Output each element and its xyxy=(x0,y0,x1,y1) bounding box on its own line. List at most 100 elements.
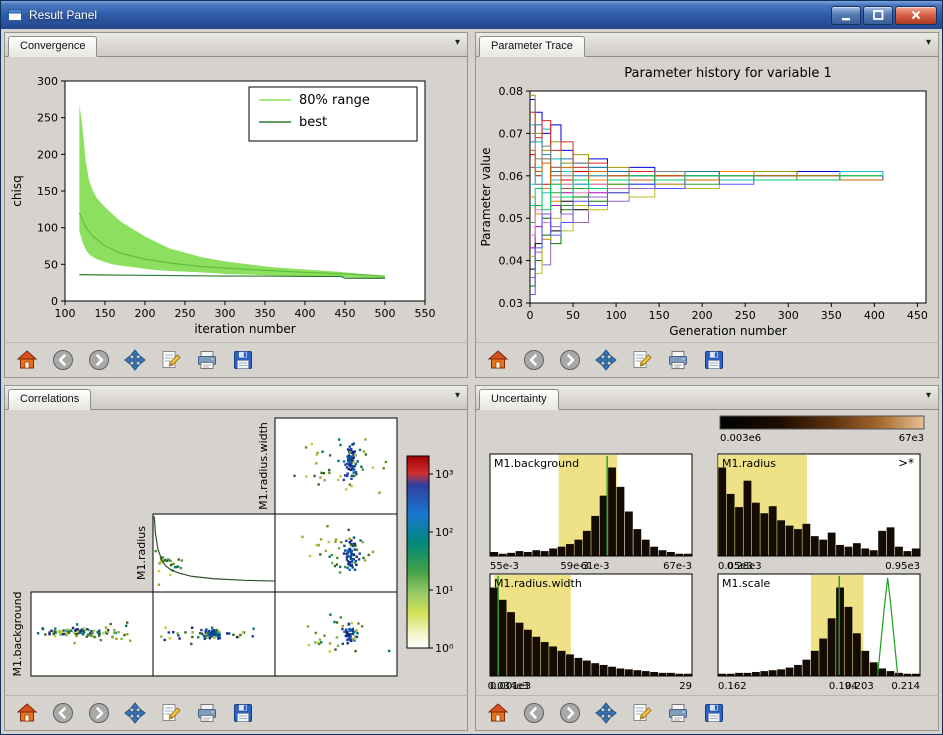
svg-text:450: 450 xyxy=(335,307,356,320)
save-button[interactable] xyxy=(699,346,729,374)
forward-button[interactable] xyxy=(84,699,114,727)
pan-button[interactable] xyxy=(120,699,150,727)
svg-text:80% range: 80% range xyxy=(299,93,370,108)
panel-grid: Convergence ▾ 10015020025030035040045050… xyxy=(1,29,942,734)
home-button[interactable] xyxy=(12,699,42,727)
home-icon xyxy=(15,701,39,725)
back-button[interactable] xyxy=(519,699,549,727)
back-button[interactable] xyxy=(48,699,78,727)
svg-text:100: 100 xyxy=(55,307,76,320)
svg-text:300: 300 xyxy=(37,75,58,88)
tab-uncertainty[interactable]: Uncertainty xyxy=(479,389,559,410)
tab-list-dropdown-icon[interactable]: ▾ xyxy=(926,37,931,48)
svg-text:Parameter history for variable: Parameter history for variable 1 xyxy=(624,66,831,81)
edit-button[interactable] xyxy=(156,699,186,727)
back-button[interactable] xyxy=(519,346,549,374)
svg-text:Generation number: Generation number xyxy=(669,324,787,338)
convergence-plot-canvas[interactable]: 1001502002503003504004505005500501001502… xyxy=(4,57,468,342)
home-button[interactable] xyxy=(12,346,42,374)
home-button[interactable] xyxy=(483,699,513,727)
print-icon xyxy=(195,701,219,725)
home-button[interactable] xyxy=(483,346,513,374)
svg-text:10⁰: 10⁰ xyxy=(435,642,454,655)
maximize-button[interactable] xyxy=(863,6,893,25)
tab-list-dropdown-icon[interactable]: ▾ xyxy=(926,390,931,401)
print-button[interactable] xyxy=(663,346,693,374)
back-button[interactable] xyxy=(48,346,78,374)
svg-text:29: 29 xyxy=(679,681,692,692)
trace-plot-canvas[interactable]: Parameter history for variable 105010015… xyxy=(475,57,939,342)
svg-text:Parameter value: Parameter value xyxy=(479,147,493,246)
tab-list-dropdown-icon[interactable]: ▾ xyxy=(455,390,460,401)
app-icon xyxy=(7,7,23,23)
correlation-panel xyxy=(275,514,397,592)
svg-text:0.07: 0.07 xyxy=(499,127,524,140)
tab-convergence[interactable]: Convergence xyxy=(8,36,97,57)
correlations-tabbar: Correlations ▾ xyxy=(4,385,468,410)
trace-toolbar xyxy=(475,342,939,378)
forward-button[interactable] xyxy=(555,346,585,374)
trace-figure: Parameter history for variable 105010015… xyxy=(476,57,938,342)
forward-button[interactable] xyxy=(84,346,114,374)
back-icon xyxy=(51,701,75,725)
home-icon xyxy=(486,348,510,372)
result-panel-window: Result Panel Convergence ▾ 1001502002503… xyxy=(0,0,943,735)
svg-text:0.034e3: 0.034e3 xyxy=(488,681,529,692)
minimize-icon xyxy=(838,7,854,23)
save-button[interactable] xyxy=(228,346,258,374)
print-button[interactable] xyxy=(192,346,222,374)
edit-button[interactable] xyxy=(627,346,657,374)
edit-button[interactable] xyxy=(156,346,186,374)
svg-text:55e-3: 55e-3 xyxy=(490,561,519,572)
svg-text:0.28e3: 0.28e3 xyxy=(727,561,762,572)
print-icon xyxy=(666,348,690,372)
minimize-button[interactable] xyxy=(831,6,861,25)
pan-button[interactable] xyxy=(120,346,150,374)
edit-icon xyxy=(630,701,654,725)
svg-text:300: 300 xyxy=(778,309,799,322)
svg-text:0.162: 0.162 xyxy=(718,681,747,692)
titlebar[interactable]: Result Panel xyxy=(1,1,942,29)
svg-text:50: 50 xyxy=(44,258,58,271)
print-button[interactable] xyxy=(663,699,693,727)
uncertainty-plot-canvas[interactable]: 0.003e667e3M1.background55e-359e-361e-36… xyxy=(475,410,939,695)
uncertainty-figure: 0.003e667e3M1.background55e-359e-361e-36… xyxy=(476,410,938,695)
tab-parameter-trace[interactable]: Parameter Trace xyxy=(479,36,585,57)
svg-text:0: 0 xyxy=(51,295,58,308)
print-button[interactable] xyxy=(192,699,222,727)
svg-text:200: 200 xyxy=(135,307,156,320)
convergence-figure: 1001502002503003504004505005500501001502… xyxy=(5,57,467,342)
save-button[interactable] xyxy=(228,699,258,727)
maximize-icon xyxy=(870,7,886,23)
edit-icon xyxy=(630,348,654,372)
svg-text:M1.radius: M1.radius xyxy=(722,457,776,470)
svg-text:0.95e3: 0.95e3 xyxy=(885,561,920,572)
forward-button[interactable] xyxy=(555,699,585,727)
tab-list-dropdown-icon[interactable]: ▾ xyxy=(455,37,460,48)
svg-text:M1.background: M1.background xyxy=(494,457,579,470)
edit-button[interactable] xyxy=(627,699,657,727)
pan-button[interactable] xyxy=(591,346,621,374)
close-icon xyxy=(908,7,924,23)
trace-tabbar: Parameter Trace ▾ xyxy=(475,32,939,57)
correlations-plot-canvas[interactable]: M1.radius.widthM1.radiusM1.backgroundM1.… xyxy=(4,410,468,695)
home-icon xyxy=(486,701,510,725)
svg-text:150: 150 xyxy=(649,309,670,322)
svg-text:67e3: 67e3 xyxy=(899,433,924,444)
svg-text:M1.radius: M1.radius xyxy=(135,526,148,580)
close-button[interactable] xyxy=(895,6,937,25)
tab-correlations[interactable]: Correlations xyxy=(8,389,91,410)
svg-text:>*: >* xyxy=(898,456,914,470)
pan-icon xyxy=(123,348,147,372)
svg-text:iteration number: iteration number xyxy=(194,322,295,336)
window-title: Result Panel xyxy=(29,8,831,22)
correlations-toolbar xyxy=(4,695,468,731)
svg-text:M1.radius.width: M1.radius.width xyxy=(257,422,270,510)
pan-button[interactable] xyxy=(591,699,621,727)
save-button[interactable] xyxy=(699,699,729,727)
svg-text:0.203: 0.203 xyxy=(845,681,874,692)
save-icon xyxy=(702,348,726,372)
legend: 80% rangebest xyxy=(249,87,417,141)
save-icon xyxy=(231,701,255,725)
uncertainty-tabbar: Uncertainty ▾ xyxy=(475,385,939,410)
